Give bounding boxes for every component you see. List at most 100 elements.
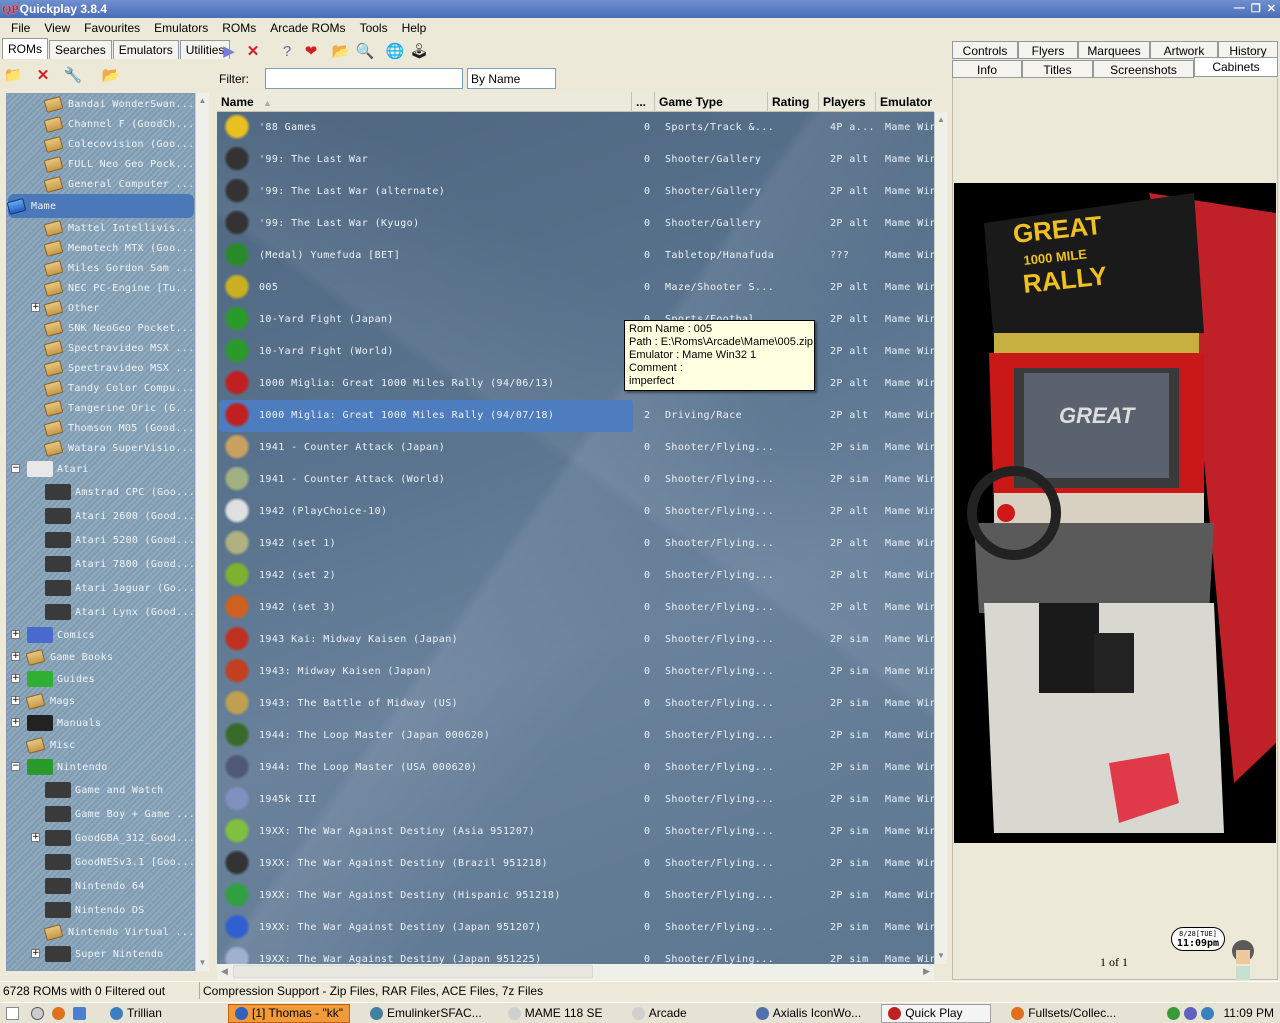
firefox-icon[interactable] [52,1006,65,1020]
rom-row[interactable]: 005 0 Maze/Shooter S... 2P alt Mame Win [217,272,934,304]
tree-item[interactable]: + Super Nintendo [31,942,164,966]
rom-row[interactable]: 19XX: The War Against Destiny (Japan 951… [217,912,934,944]
tree-item[interactable]: Atari 5200 (Good... [45,528,194,552]
favourite-icon[interactable]: ❤ [302,42,320,60]
minimize-button[interactable]: — [1234,2,1245,15]
show-desktop-button[interactable] [0,1004,25,1023]
tree-item[interactable]: Atari 2600 (Good... [45,504,194,528]
rom-row[interactable]: 1943: Midway Kaisen (Japan) 0 Shooter/Flyi… [217,656,934,688]
taskbar-button[interactable]: MAME 118 SE [502,1004,612,1023]
rom-row[interactable]: 1942 (set 3) 0 Shooter/Flying... 2P alt Mame… [217,592,934,624]
taskbar-button[interactable]: Fullsets/Collec... [1005,1004,1122,1023]
stop-icon[interactable]: ✕ [244,42,262,60]
tree-item[interactable]: General Computer ... [43,174,194,194]
rom-row[interactable]: 1943: The Battle of Midway (US) 0 Shooter/… [217,688,934,720]
rom-row[interactable]: 19XX: The War Against Destiny (Asia 9512… [217,816,934,848]
tree-item[interactable]: + Guides [11,668,95,690]
expand-icon[interactable]: + [31,303,40,312]
tree-item[interactable]: Game and Watch [45,778,164,802]
tree-item[interactable]: Mame [7,194,194,218]
tree-item[interactable]: Nintendo 64 [45,874,145,898]
scroll-down-icon[interactable]: ▼ [935,948,947,964]
menu-roms[interactable]: ROMs [215,21,263,35]
expand-icon[interactable]: + [31,949,40,958]
rom-list-scrollbar[interactable]: ▲ ▼ [934,112,947,964]
tree-scrollbar[interactable]: ▲ ▼ [195,93,209,971]
menu-favourites[interactable]: Favourites [77,21,147,35]
tab-roms[interactable]: ROMs [2,38,48,59]
tab-info[interactable]: Info [952,60,1022,78]
taskbar-button[interactable]: Trillian [104,1004,214,1023]
rom-row[interactable]: 19XX: The War Against Destiny (Brazil 95… [217,848,934,880]
menu-tools[interactable]: Tools [353,21,395,35]
tree-item[interactable]: Miles Gordon Sam ... [43,258,194,278]
rom-list-hscrollbar[interactable]: ◀ ▶ [217,964,934,980]
taskbar-button[interactable]: Axialis IconWo... [750,1004,867,1023]
rom-row[interactable]: 19XX: The War Against Destiny (Hispanic … [217,880,934,912]
rom-row[interactable]: (Medal) Yumefuda [BET] 0 Tabletop/Hanafuda… [217,240,934,272]
tree-item[interactable]: − Atari [11,458,89,480]
tree-item[interactable]: Tangerine Oric (G... [43,398,194,418]
scroll-down-icon[interactable]: ▼ [196,955,209,971]
collapse-icon[interactable]: − [11,762,20,771]
open-folder-icon[interactable]: 📂 [332,42,351,60]
menu-file[interactable]: File [4,21,37,35]
collapse-icon[interactable]: − [11,464,20,473]
column-emulator[interactable]: Emulator [876,92,934,111]
rom-row[interactable]: '99: The Last War (Kyugo) 0 Shooter/Galler… [217,208,934,240]
rom-row[interactable]: 1944: The Loop Master (Japan 000620) 0 Sho… [217,720,934,752]
rom-row[interactable]: '99: The Last War (alternate) 0 Shooter/Ga… [217,176,934,208]
rom-row[interactable]: 1942 (PlayChoice-10) 0 Shooter/Flying... 2P… [217,496,934,528]
column-count[interactable]: ... [632,92,655,111]
hscroll-thumb[interactable] [233,965,593,978]
tree-item[interactable]: Bandai WonderSwan... [43,94,194,114]
tree-item[interactable]: FULL Neo Geo Pock... [43,154,194,174]
menu-view[interactable]: View [37,21,77,35]
menu-help[interactable]: Help [395,21,434,35]
rom-row[interactable]: 1943 Kai: Midway Kaisen (Japan) 0 Shooter/… [217,624,934,656]
tab-titles[interactable]: Titles [1022,60,1093,78]
rom-row[interactable]: 1000 Miglia: Great 1000 Miles Rally (94/… [217,368,934,400]
tree-item[interactable]: Watara SuperVisio... [43,438,194,458]
tree-item[interactable]: Channel F (GoodCh... [43,114,194,134]
scroll-left-icon[interactable]: ◀ [221,966,228,977]
tab-controls[interactable]: Controls [952,41,1018,59]
column-players[interactable]: Players [819,92,876,111]
tree-item[interactable]: Colecovision (Goo... [43,134,194,154]
menu-emulators[interactable]: Emulators [147,21,215,35]
expand-icon[interactable]: + [11,718,20,727]
rom-row[interactable]: 19XX: The War Against Destiny (Japan 951… [217,944,934,964]
trillian-tray-icon[interactable] [1200,1006,1214,1020]
rom-row[interactable]: 1941 - Counter Attack (World) 0 Shooter/Fl… [217,464,934,496]
close-button[interactable]: ✕ [1267,2,1276,15]
rom-row[interactable]: 1944: The Loop Master (USA 000620) 0 Shoot… [217,752,934,784]
tab-searches[interactable]: Searches [49,40,112,59]
tab-screenshots[interactable]: Screenshots [1093,60,1194,78]
tree-item[interactable]: − Nintendo [11,756,108,778]
network-icon[interactable]: 🌐 [386,42,405,60]
scroll-up-icon[interactable]: ▲ [935,112,947,128]
tab-emulators[interactable]: Emulators [112,40,179,59]
tree-item[interactable]: Spectravideo MSX ... [43,338,194,358]
rom-row[interactable]: 1942 (set 2) 0 Shooter/Flying... 2P alt Mame… [217,560,934,592]
rom-row[interactable]: 10-Yard Fight (Japan)0Sports/Footbal2P a… [217,304,934,336]
rom-row[interactable]: 1942 (set 1) 0 Shooter/Flying... 2P alt Mame… [217,528,934,560]
tab-marquees[interactable]: Marquees [1078,41,1150,59]
delete-icon[interactable]: ✕ [34,66,52,84]
tree-item[interactable]: Memotech MTX (Goo... [43,238,194,258]
rom-row[interactable]: 1945k III 0 Shooter/Flying... 2P sim Mame Wi… [217,784,934,816]
tree-item[interactable]: + Other [31,298,100,318]
play-icon[interactable]: ▶ [220,42,238,60]
taskbar-button[interactable]: Arcade [626,1004,736,1023]
column-name[interactable]: Name ▲ [217,92,632,111]
expand-icon[interactable]: + [11,652,20,661]
tree-item[interactable]: Nintendo Virtual ... [43,922,194,942]
tree-item[interactable]: Atari 7800 (Good... [45,552,194,576]
tree-item[interactable]: Amstrad CPC (Goo... [45,480,194,504]
expand-icon[interactable]: + [11,674,20,683]
tree-item[interactable]: + Game Books [11,646,113,668]
tree-item[interactable]: Atari Lynx (Good... [45,600,194,624]
restore-button[interactable]: ❐ [1251,2,1261,15]
tree-item[interactable]: Nintendo DS [45,898,145,922]
tree-item[interactable]: NEC PC-Engine [Tu... [43,278,194,298]
